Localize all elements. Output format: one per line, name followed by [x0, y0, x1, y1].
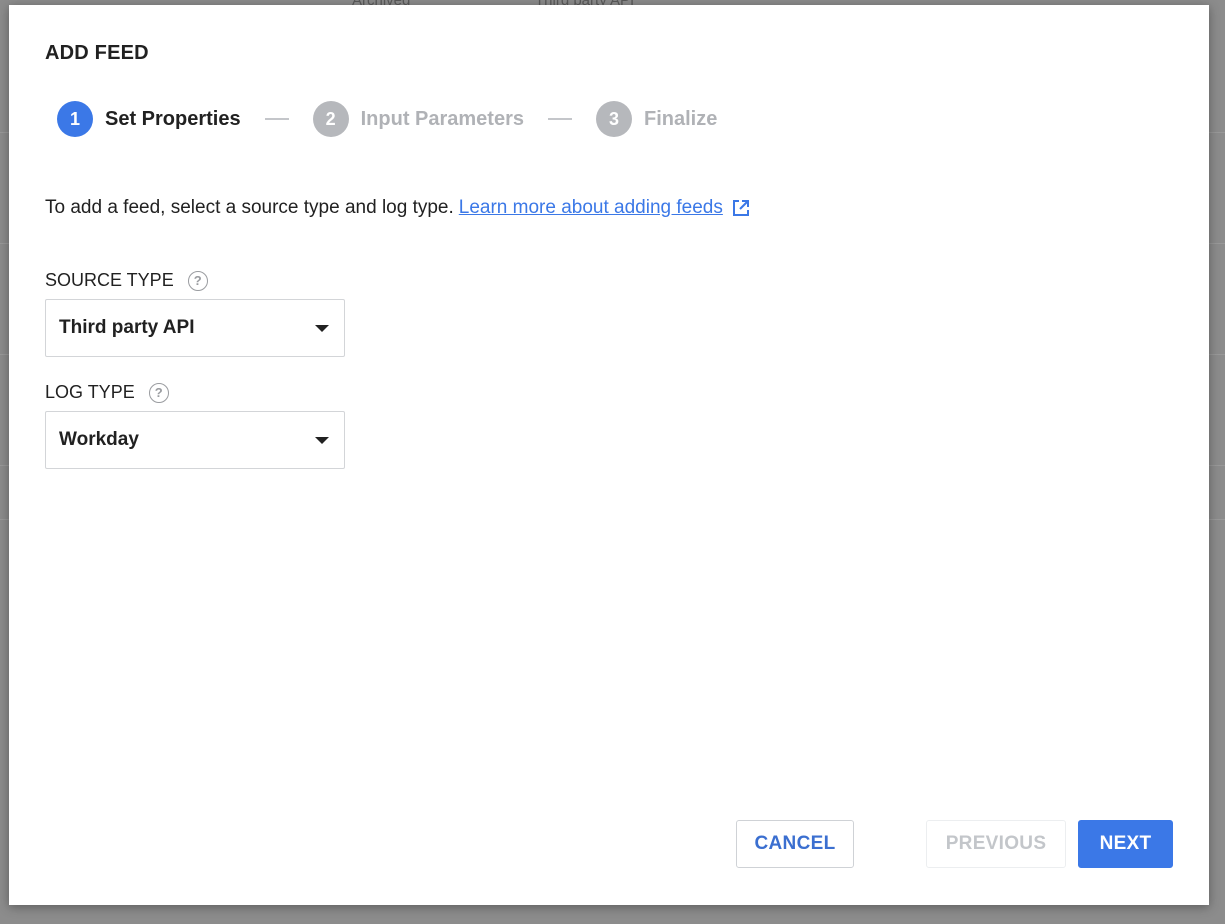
source-type-value: Third party API [59, 317, 195, 338]
step-number: 1 [57, 101, 93, 137]
step-separator [548, 118, 572, 120]
step-finalize: 3 Finalize [596, 101, 717, 137]
caret-down-icon [315, 437, 329, 444]
step-separator [264, 118, 289, 120]
step-number: 3 [596, 101, 632, 137]
learn-more-link[interactable]: Learn more about adding feeds [459, 197, 723, 219]
intro-text: To add a feed, select a source type and … [45, 197, 751, 219]
source-type-select[interactable]: Third party API [45, 299, 345, 357]
step-set-properties: 1 Set Properties [57, 101, 241, 137]
source-type-label-text: SOURCE TYPE [45, 270, 174, 290]
external-link-icon[interactable] [731, 198, 751, 218]
source-type-label: SOURCE TYPE ? [45, 270, 208, 291]
add-feed-dialog: ADD FEED 1 Set Properties 2 Input Parame… [9, 5, 1209, 905]
log-type-label-text: LOG TYPE [45, 382, 135, 402]
help-icon[interactable]: ? [187, 270, 208, 291]
step-label: Input Parameters [360, 107, 524, 130]
step-input-parameters: 2 Input Parameters [312, 101, 524, 137]
step-label: Set Properties [105, 107, 241, 130]
cancel-button[interactable]: CANCEL [736, 820, 854, 868]
log-type-select[interactable]: Workday [45, 411, 345, 469]
caret-down-icon [315, 325, 329, 332]
previous-button[interactable]: PREVIOUS [926, 820, 1066, 868]
next-button[interactable]: NEXT [1078, 820, 1173, 868]
step-label: Finalize [644, 107, 718, 130]
step-number: 2 [312, 101, 349, 137]
log-type-label: LOG TYPE ? [45, 382, 169, 403]
log-type-value: Workday [59, 429, 139, 450]
stepper: 1 Set Properties 2 Input Parameters 3 Fi… [57, 101, 717, 137]
intro-description: To add a feed, select a source type and … [45, 197, 454, 218]
dialog-title: ADD FEED [45, 42, 149, 64]
help-icon[interactable]: ? [148, 382, 169, 403]
